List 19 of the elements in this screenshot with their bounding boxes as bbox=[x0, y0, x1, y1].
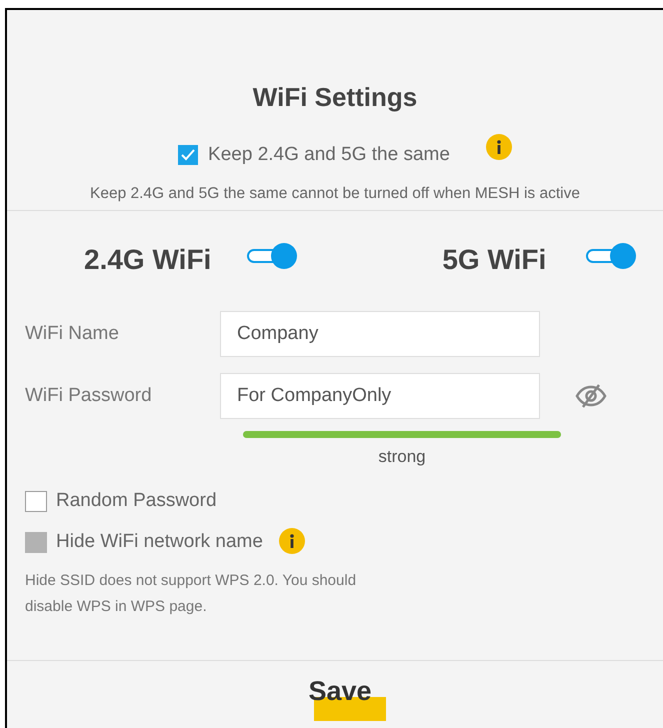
checkbox[interactable] bbox=[25, 491, 47, 512]
eye-hidden-icon[interactable] bbox=[575, 382, 607, 409]
input-field[interactable]: For CompanyOnly bbox=[220, 372, 540, 419]
strength-label: strong bbox=[377, 446, 427, 468]
field-label: WiFi Name bbox=[24, 322, 120, 346]
field-label: WiFi Password bbox=[24, 384, 153, 408]
info-icon[interactable] bbox=[486, 134, 512, 160]
wps-note: Hide SSID does not support WPS 2.0. You should disable WPS in WPS page. bbox=[24, 571, 358, 618]
checkbox[interactable] bbox=[178, 145, 198, 166]
page-title: WiFi Settings bbox=[252, 81, 418, 114]
band-label: 5G WiFi bbox=[442, 242, 546, 277]
checkbox-label: Random Password bbox=[56, 489, 217, 514]
band-label: 2.4G WiFi bbox=[84, 242, 212, 277]
toggle-switch[interactable] bbox=[586, 242, 636, 269]
toggle-switch[interactable] bbox=[247, 242, 298, 269]
checkbox-label: Keep 2.4G and 5G the same bbox=[208, 143, 450, 167]
checkbox-label: Hide WiFi network name bbox=[56, 530, 263, 554]
mesh-note: Keep 2.4G and 5G the same cannot be turned off when MESH is active bbox=[90, 184, 580, 204]
input-field[interactable]: Company bbox=[220, 310, 540, 357]
